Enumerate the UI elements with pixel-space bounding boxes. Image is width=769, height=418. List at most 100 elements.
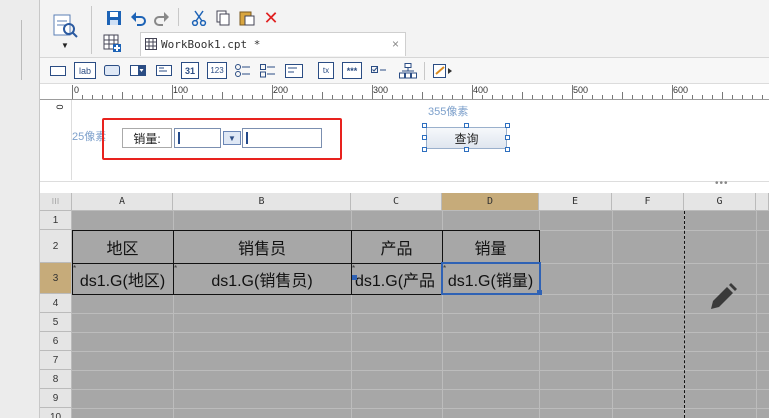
tree-widget-icon[interactable] [284,62,304,79]
max-sales-input[interactable] [242,128,322,148]
ruler-tick [592,95,593,99]
row-header[interactable]: 6 [40,332,72,351]
fill-handle[interactable] [537,290,542,295]
ruler-label: 0 [54,104,65,110]
password-widget-icon[interactable]: *** [342,62,362,79]
column-header[interactable]: D [442,193,539,211]
row-header[interactable]: 4 [40,294,72,313]
ruler-tick [672,85,673,99]
header-cell[interactable]: 产品 [351,230,442,263]
grid-row-line [72,408,769,409]
column-header[interactable]: E [539,193,612,211]
column-header[interactable]: A [72,193,173,211]
drag-grip-icon[interactable]: ••• [715,178,729,189]
top-offset-label: 355像素 [428,106,469,118]
column-header[interactable]: F [612,193,684,211]
cut-icon[interactable] [189,8,209,28]
ruler-tick [662,95,663,99]
resize-handle[interactable] [464,147,469,152]
ruler-tick [582,95,583,99]
ruler-tick [252,95,253,99]
data-cell[interactable]: ds1.G(地区) [72,263,173,294]
button-widget-icon[interactable] [103,62,121,79]
column-header[interactable]: C [351,193,442,211]
ruler-tick [112,95,113,99]
tree-combo-widget-icon[interactable] [398,62,418,79]
custom-widget-icon[interactable] [432,62,454,79]
ruler-tick [602,95,603,99]
edit-pencil-icon[interactable] [705,281,739,315]
header-cell[interactable]: 地区 [72,230,173,263]
ruler-tick [262,95,263,99]
row-header[interactable]: 2 [40,230,72,263]
operator-dropdown-icon[interactable]: ▼ [223,131,241,145]
grid-row-line [72,389,769,390]
ruler-tick [332,95,333,99]
param-label[interactable]: 销量: [122,128,172,148]
resize-handle[interactable] [505,123,510,128]
date-widget-icon[interactable] [155,62,173,79]
row-header[interactable]: 10 [40,408,72,418]
row-header[interactable]: 3 [40,263,72,294]
paste-icon[interactable] [237,8,257,28]
label-widget-icon[interactable] [49,62,67,79]
ruler-tick [102,95,103,99]
select-all-icon[interactable]: ⁝⁝⁝ [40,193,72,211]
row-header[interactable]: 5 [40,313,72,332]
ruler-tick [282,95,283,99]
min-sales-input[interactable] [174,128,221,148]
row-header[interactable]: 1 [40,211,72,230]
resize-handle[interactable] [464,123,469,128]
main-toolbar: ▼ ✕ WorkBook1.cpt * × [40,0,769,58]
ruler-tick [522,92,523,99]
horizontal-ruler: 0 100 200 300 400 500 600 [40,84,769,100]
ruler-tick [412,95,413,99]
pane-divider[interactable]: ••• [40,178,769,193]
checkbox-group-widget-icon[interactable] [259,62,277,79]
ruler-tick [72,85,73,99]
copy-icon[interactable] [213,8,233,28]
ruler-label: 200 [273,85,289,95]
save-icon[interactable] [104,8,124,28]
resize-handle[interactable] [505,147,510,152]
ruler-tick [202,95,203,99]
ruler-tick [182,95,183,99]
resize-handle[interactable] [422,147,427,152]
undo-icon[interactable] [128,8,148,28]
ruler-tick [712,95,713,99]
data-cell[interactable]: ds1.G(产品 [351,263,442,294]
text-widget-icon[interactable]: lab [74,62,96,79]
chevron-down-icon[interactable]: ▼ [60,41,70,51]
new-sheet-icon[interactable] [103,34,121,52]
ruler-tick [92,95,93,99]
resize-handle[interactable] [422,135,427,140]
grid-column-line [612,211,613,418]
preview-icon[interactable] [52,12,78,38]
column-header[interactable]: B [173,193,351,211]
combo-widget-icon[interactable] [129,62,147,79]
text-area-widget-icon[interactable]: tx [318,62,334,79]
resize-handle[interactable] [422,123,427,128]
ruler-tick [442,95,443,99]
query-button[interactable]: 查询 [426,127,507,149]
column-header-partial[interactable] [756,193,769,211]
column-header[interactable]: G [684,193,756,211]
calendar-widget-icon[interactable]: 31 [181,62,199,79]
ruler-tick [422,92,423,99]
delete-icon[interactable]: ✕ [261,8,281,28]
radio-group-widget-icon[interactable] [234,62,252,79]
row-header[interactable]: 7 [40,351,72,370]
ruler-tick [162,95,163,99]
row-header[interactable]: 9 [40,389,72,408]
row-header[interactable]: 8 [40,370,72,389]
close-icon[interactable]: × [392,37,399,51]
header-cell[interactable]: 销量 [442,230,539,263]
number-widget-icon[interactable]: 123 [207,62,227,79]
redo-icon[interactable] [152,8,172,28]
checkbox-widget-icon[interactable] [370,62,388,79]
ruler-label: 100 [173,85,189,95]
header-cell[interactable]: 销售员 [173,230,351,263]
data-cell[interactable]: ds1.G(销售员) [173,263,351,294]
resize-handle[interactable] [505,135,510,140]
tab-workbook[interactable]: WorkBook1.cpt * × [140,32,406,56]
